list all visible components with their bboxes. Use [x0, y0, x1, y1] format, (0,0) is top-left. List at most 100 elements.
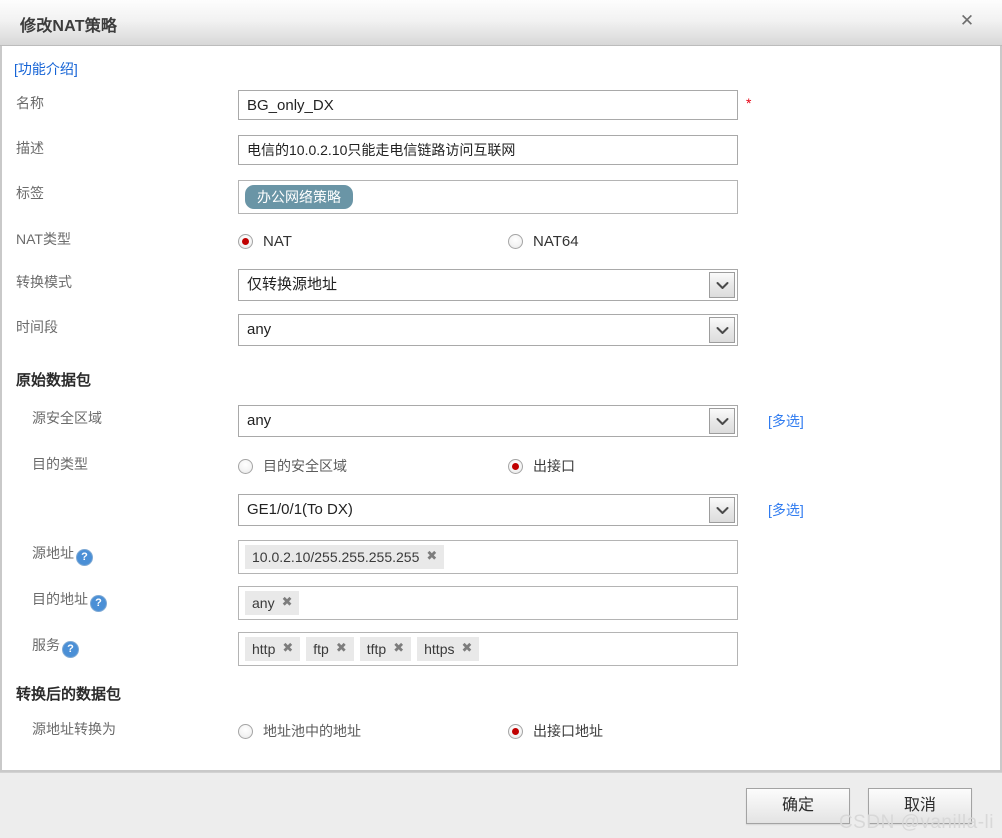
chip-item[interactable]: https ✖	[417, 637, 480, 661]
chip-remove-icon[interactable]: ✖	[282, 639, 293, 659]
description-input[interactable]	[238, 135, 738, 165]
nat-type-radio-group: NAT NAT64	[238, 226, 738, 256]
dest-interface-select[interactable]: GE1/0/1(To DX)	[238, 494, 738, 526]
src-address-label-text: 源地址	[32, 545, 74, 561]
chip-item[interactable]: http ✖	[245, 637, 301, 661]
form-row-tag: 标签 办公网络策略	[2, 180, 1000, 218]
section-original-packet-heading: 原始数据包	[16, 372, 92, 389]
help-icon[interactable]: ?	[90, 595, 107, 612]
nat-type-label: NAT类型	[16, 231, 71, 247]
chip-item[interactable]: tftp ✖	[359, 637, 412, 661]
service-chip-box[interactable]: http ✖ ftp ✖ tftp ✖ https ✖	[238, 632, 738, 666]
src-zone-select[interactable]: any	[238, 405, 738, 437]
src-translate-to-label: 源地址转换为	[32, 721, 116, 737]
dialog-footer: 确定 取消 CSDN @vanilla-li	[0, 772, 1002, 838]
chip-item[interactable]: 10.0.2.10/255.255.255.255 ✖	[245, 545, 445, 569]
chip-remove-icon[interactable]: ✖	[282, 593, 293, 613]
chip-remove-icon[interactable]: ✖	[426, 547, 437, 567]
chip-label: https	[424, 641, 455, 657]
src-address-chip-box[interactable]: 10.0.2.10/255.255.255.255 ✖	[238, 540, 738, 574]
src-zone-label: 源安全区域	[32, 410, 102, 426]
radio-dest-zone-indicator[interactable]	[238, 458, 253, 474]
form-row-src-zone: 源安全区域 any [多选]	[2, 405, 1000, 443]
tag-input-box[interactable]: 办公网络策略	[238, 180, 738, 214]
name-field-wrap: *	[238, 90, 751, 120]
chip-item[interactable]: ftp ✖	[306, 637, 354, 661]
time-range-select[interactable]: any	[238, 314, 738, 346]
radio-nat64-label: NAT64	[533, 232, 579, 250]
radio-address-pool-label: 地址池中的地址	[263, 723, 361, 739]
src-zone-value: any	[247, 412, 272, 429]
help-icon[interactable]: ?	[62, 641, 79, 658]
chip-label: http	[252, 641, 276, 657]
form-row-description: 描述	[2, 135, 1000, 173]
dest-interface-value: GE1/0/1(To DX)	[247, 501, 353, 518]
radio-egress-interface-indicator[interactable]	[508, 458, 523, 474]
radio-option-egress-interface[interactable]: 出接口	[508, 456, 575, 476]
time-range-value: any	[247, 321, 272, 338]
radio-nat-indicator[interactable]	[238, 233, 253, 249]
src-zone-multiselect-link[interactable]: [多选]	[768, 411, 804, 431]
dest-type-field-wrap: 目的安全区域 出接口	[238, 451, 738, 481]
feature-intro-link[interactable]: [功能介绍]	[14, 59, 78, 79]
translate-mode-select[interactable]: 仅转换源地址	[238, 269, 738, 301]
dialog-title: 修改NAT策略	[20, 18, 118, 35]
chip-remove-icon[interactable]: ✖	[393, 639, 404, 659]
chip-label: ftp	[313, 641, 329, 657]
name-input[interactable]	[238, 90, 738, 120]
close-icon[interactable]: ✕	[956, 10, 978, 32]
chip-remove-icon[interactable]: ✖	[461, 639, 472, 659]
radio-nat64-indicator[interactable]	[508, 233, 523, 249]
time-range-label: 时间段	[16, 319, 58, 335]
form-row-name: 名称 *	[2, 90, 1000, 128]
cancel-button[interactable]: 取消	[868, 787, 972, 824]
chevron-down-icon[interactable]	[709, 317, 735, 343]
translate-mode-value: 仅转换源地址	[247, 276, 338, 293]
radio-dest-zone-label: 目的安全区域	[263, 458, 347, 474]
nat-policy-dialog: 修改NAT策略 ✕ [功能介绍] 名称 * 描述	[0, 0, 1002, 838]
ok-button[interactable]: 确定	[746, 787, 850, 824]
radio-egress-address-label: 出接口地址	[533, 723, 603, 739]
form-row-nat-type: NAT类型 NAT NAT64	[2, 226, 1000, 264]
radio-option-nat64[interactable]: NAT64	[508, 233, 579, 250]
section-translated-packet-heading: 转换后的数据包	[16, 686, 122, 703]
chevron-down-icon[interactable]	[709, 497, 735, 523]
radio-option-address-pool[interactable]: 地址池中的地址	[238, 721, 508, 741]
chip-item[interactable]: any ✖	[245, 591, 300, 615]
name-label: 名称	[16, 95, 44, 111]
chevron-down-icon[interactable]	[709, 272, 735, 298]
time-range-field-wrap: any	[238, 314, 738, 346]
required-asterisk: *	[746, 95, 752, 111]
tag-field-wrap: 办公网络策略	[238, 180, 738, 214]
radio-address-pool-indicator[interactable]	[238, 723, 253, 739]
src-address-label: 源地址?	[2, 540, 238, 566]
translate-mode-label: 转换模式	[16, 274, 72, 290]
dest-address-label: 目的地址?	[2, 586, 238, 612]
chevron-down-icon[interactable]	[709, 408, 735, 434]
form-row-service: 服务? http ✖ ftp ✖ tftp ✖ https ✖	[2, 632, 1000, 670]
chip-remove-icon[interactable]: ✖	[336, 639, 347, 659]
help-icon[interactable]: ?	[76, 549, 93, 566]
radio-option-egress-address[interactable]: 出接口地址	[508, 721, 603, 741]
dialog-content: [功能介绍] 名称 * 描述 标签	[0, 46, 1002, 772]
dest-address-chip-box[interactable]: any ✖	[238, 586, 738, 620]
nat-type-field-wrap: NAT NAT64	[238, 226, 738, 256]
form-row-dest-value: GE1/0/1(To DX) [多选]	[2, 494, 1000, 532]
radio-option-dest-zone[interactable]: 目的安全区域	[238, 456, 508, 476]
translate-mode-field-wrap: 仅转换源地址	[238, 269, 738, 301]
service-label-text: 服务	[32, 637, 60, 653]
service-field-wrap: http ✖ ftp ✖ tftp ✖ https ✖	[238, 632, 738, 666]
dest-interface-multiselect-link[interactable]: [多选]	[768, 500, 804, 520]
dest-value-field-wrap: GE1/0/1(To DX) [多选]	[238, 494, 804, 526]
dest-type-radio-group: 目的安全区域 出接口	[238, 451, 738, 481]
tag-chip[interactable]: 办公网络策略	[245, 185, 353, 209]
form-row-dest-type: 目的类型 目的安全区域 出接口	[2, 451, 1000, 489]
chip-label: tftp	[366, 641, 387, 657]
chip-label: 10.0.2.10/255.255.255.255	[252, 549, 420, 565]
radio-option-nat[interactable]: NAT	[238, 233, 508, 250]
radio-egress-interface-label: 出接口	[533, 458, 575, 474]
description-field-wrap	[238, 135, 738, 165]
radio-egress-address-indicator[interactable]	[508, 723, 523, 739]
dest-address-field-wrap: any ✖	[238, 586, 738, 620]
dialog-titlebar: 修改NAT策略 ✕	[0, 0, 1002, 46]
